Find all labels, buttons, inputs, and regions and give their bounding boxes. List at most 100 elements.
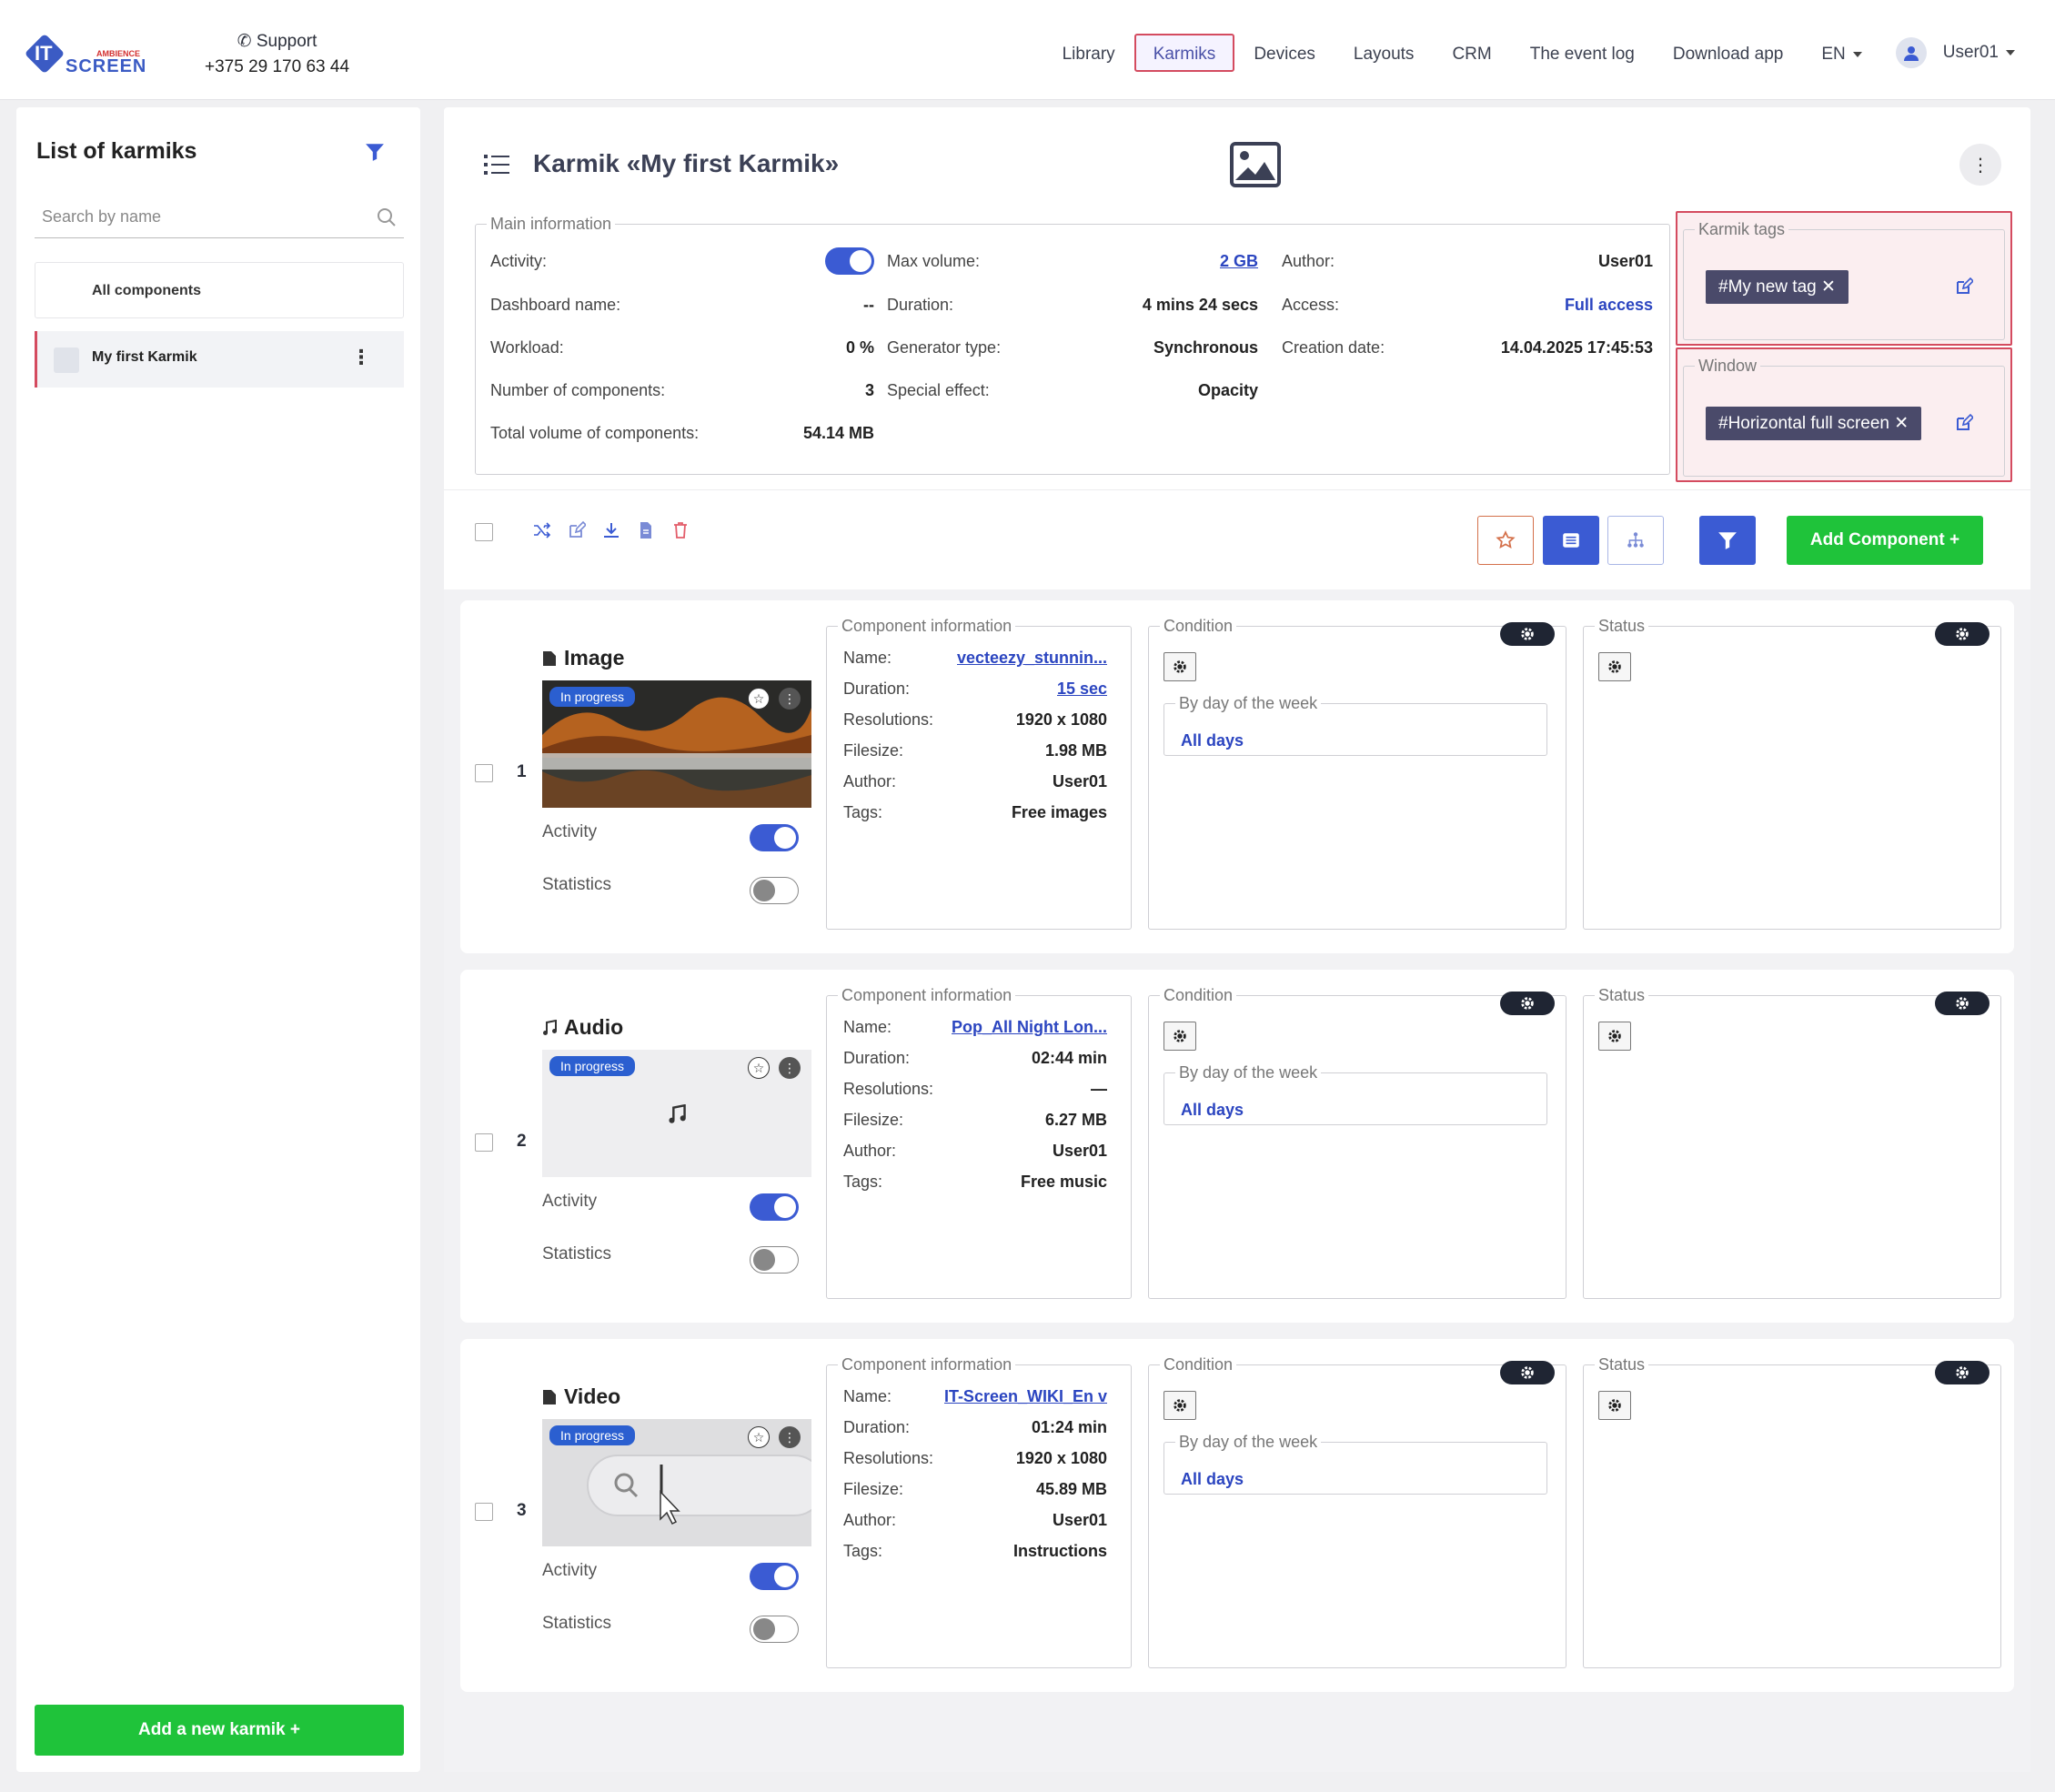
activity-label: Activity bbox=[542, 1192, 598, 1211]
nav-library[interactable]: Library bbox=[1043, 34, 1134, 72]
duration-value: 4 mins 24 secs bbox=[1142, 296, 1258, 314]
status-settings-button[interactable] bbox=[1935, 622, 1990, 646]
all-days-value[interactable]: All days bbox=[1181, 1470, 1244, 1489]
avatar bbox=[1895, 37, 1927, 68]
language-selector[interactable]: EN bbox=[1802, 34, 1880, 72]
list-view-button[interactable] bbox=[1543, 516, 1599, 565]
support-label: Support bbox=[256, 32, 317, 51]
panel-title: List of karmiks bbox=[36, 138, 197, 164]
statistics-toggle[interactable] bbox=[750, 877, 799, 904]
star-icon[interactable]: ☆ bbox=[748, 1057, 770, 1079]
window-box: Window #Horizontal full screen ✕ bbox=[1676, 347, 2012, 482]
condition-settings-button[interactable] bbox=[1500, 992, 1555, 1015]
activity-label: Activity bbox=[542, 1561, 598, 1580]
tag-chip[interactable]: #My new tag ✕ bbox=[1706, 270, 1848, 304]
nav-download-app[interactable]: Download app bbox=[1654, 34, 1802, 72]
condition-panel: Condition By day of the week All days bbox=[1148, 617, 1566, 930]
condition-settings-button[interactable] bbox=[1500, 1361, 1555, 1384]
filter-icon[interactable] bbox=[365, 142, 385, 162]
window-chip[interactable]: #Horizontal full screen ✕ bbox=[1706, 407, 1922, 440]
statistics-toggle[interactable] bbox=[750, 1246, 799, 1274]
all-components-item[interactable]: All components bbox=[35, 262, 404, 318]
statistics-toggle[interactable] bbox=[750, 1616, 799, 1643]
kebab-menu-icon[interactable]: ⋮ bbox=[779, 1426, 801, 1448]
list-toggle-icon[interactable] bbox=[484, 153, 509, 176]
main-information: Main information Activity: Dashboard nam… bbox=[475, 215, 1670, 475]
sidebar-item-my-first-karmik[interactable]: My first Karmik ⋮ bbox=[35, 331, 404, 388]
nav-crm[interactable]: CRM bbox=[1433, 34, 1510, 72]
components-toolbar: Add Component + bbox=[444, 489, 2030, 589]
max-volume-link[interactable]: 2 GB bbox=[1220, 250, 1258, 272]
activity-toggle[interactable] bbox=[825, 247, 874, 275]
shuffle-icon[interactable] bbox=[533, 521, 551, 539]
component-card: 3 Video In progress ☆ ⋮ Activity Statist… bbox=[460, 1339, 2014, 1692]
nav-devices[interactable]: Devices bbox=[1234, 34, 1335, 72]
kebab-menu-icon[interactable]: ⋮ bbox=[351, 347, 371, 367]
activity-toggle[interactable] bbox=[750, 1193, 799, 1221]
activity-toggle[interactable] bbox=[750, 1563, 799, 1590]
search-input[interactable] bbox=[35, 198, 362, 235]
user-menu[interactable]: User01 bbox=[1881, 37, 2055, 68]
condition-gear-button[interactable] bbox=[1163, 1022, 1196, 1051]
status-gear-button[interactable] bbox=[1598, 652, 1631, 681]
add-component-button[interactable]: Add Component + bbox=[1787, 516, 1983, 565]
edit-icon[interactable] bbox=[568, 521, 586, 539]
gear-icon bbox=[1174, 1399, 1186, 1412]
support-phone[interactable]: +375 29 170 63 44 bbox=[205, 55, 349, 80]
component-checkbox[interactable] bbox=[475, 764, 493, 782]
component-checkbox[interactable] bbox=[475, 1503, 493, 1521]
component-name-link[interactable]: IT-Screen_WIKI_En v bbox=[944, 1385, 1107, 1407]
file-icon bbox=[543, 1390, 556, 1404]
download-icon[interactable] bbox=[602, 521, 620, 539]
kebab-menu-icon[interactable]: ⋮ bbox=[779, 688, 801, 710]
edit-icon[interactable] bbox=[1955, 277, 1973, 296]
all-days-value[interactable]: All days bbox=[1181, 1101, 1244, 1120]
component-checkbox[interactable] bbox=[475, 1133, 493, 1152]
component-thumbnail[interactable]: In progress ☆ ⋮ bbox=[542, 680, 811, 808]
component-information: Component information Name: vecteezy_stun… bbox=[826, 617, 1132, 930]
chevron-down-icon bbox=[1852, 51, 1862, 57]
document-icon[interactable] bbox=[637, 521, 655, 539]
status-gear-button[interactable] bbox=[1598, 1391, 1631, 1420]
component-name-link[interactable]: Pop_All Night Lon... bbox=[952, 1016, 1107, 1038]
total-volume-value: 54.14 MB bbox=[802, 424, 874, 442]
status-settings-button[interactable] bbox=[1935, 1361, 1990, 1384]
favorite-button[interactable] bbox=[1477, 516, 1534, 565]
select-all-checkbox[interactable] bbox=[475, 523, 493, 541]
access-value[interactable]: Full access bbox=[1565, 294, 1653, 316]
trash-icon[interactable] bbox=[671, 521, 690, 539]
status-gear-button[interactable] bbox=[1598, 1022, 1631, 1051]
kebab-menu-icon[interactable]: ⋮ bbox=[779, 1057, 801, 1079]
star-icon[interactable]: ☆ bbox=[748, 1426, 770, 1448]
number-of-components-value: 3 bbox=[864, 381, 874, 399]
edit-icon[interactable] bbox=[1955, 414, 1973, 432]
filter-button[interactable] bbox=[1699, 516, 1756, 565]
it-screen-logo[interactable]: IT AMBIENCE SCREEN bbox=[24, 31, 148, 78]
phone-icon: ✆ bbox=[237, 32, 252, 51]
search-icon[interactable] bbox=[377, 207, 397, 227]
add-karmik-button[interactable]: Add a new karmik + bbox=[35, 1705, 404, 1756]
gear-icon bbox=[1521, 997, 1534, 1010]
more-options-button[interactable]: ⋮ bbox=[1959, 144, 2001, 186]
component-duration-link[interactable]: 15 sec bbox=[1057, 678, 1107, 700]
image-placeholder-icon[interactable] bbox=[1230, 142, 1281, 187]
condition-gear-button[interactable] bbox=[1163, 652, 1196, 681]
condition-gear-button[interactable] bbox=[1163, 1391, 1196, 1420]
nav-layouts[interactable]: Layouts bbox=[1335, 34, 1434, 72]
component-thumbnail[interactable]: In progress ☆ ⋮ bbox=[542, 1050, 811, 1177]
component-thumbnail[interactable]: In progress ☆ ⋮ bbox=[542, 1419, 811, 1546]
creation-date-value: 14.04.2025 17:45:53 bbox=[1500, 338, 1653, 357]
tree-view-button[interactable] bbox=[1607, 516, 1664, 565]
nav-event-log[interactable]: The event log bbox=[1511, 34, 1654, 72]
status-settings-button[interactable] bbox=[1935, 992, 1990, 1015]
component-name-link[interactable]: vecteezy_stunnin... bbox=[957, 647, 1107, 669]
nav-karmiks[interactable]: Karmiks bbox=[1133, 34, 1235, 72]
all-days-value[interactable]: All days bbox=[1181, 731, 1244, 750]
condition-settings-button[interactable] bbox=[1500, 622, 1555, 646]
gear-icon bbox=[1956, 628, 1969, 640]
component-tags: Free music bbox=[1020, 1173, 1107, 1191]
statistics-label: Statistics bbox=[542, 875, 612, 894]
activity-toggle[interactable] bbox=[750, 824, 799, 851]
star-icon[interactable]: ☆ bbox=[748, 688, 770, 710]
user-name: User01 bbox=[1942, 43, 1999, 62]
